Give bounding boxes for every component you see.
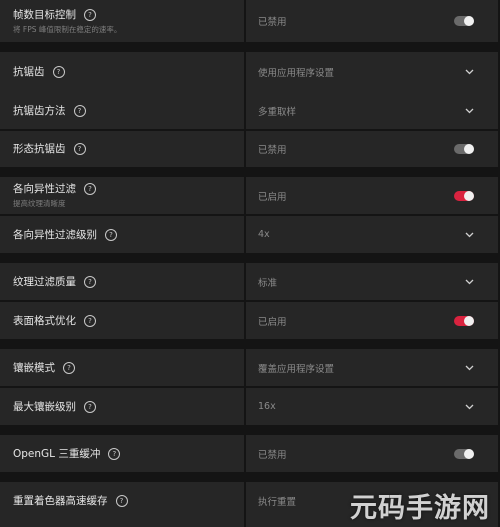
- setting-value: 4x: [258, 229, 270, 240]
- question-circle-icon[interactable]: ?: [108, 447, 121, 460]
- setting-label-cell: OpenGL 三重缓冲 ?: [0, 435, 244, 472]
- tessellation-mode-dropdown[interactable]: 覆盖应用程序设置: [246, 349, 498, 386]
- morph-aa-toggle[interactable]: [454, 144, 474, 154]
- question-circle-icon[interactable]: ?: [84, 183, 96, 195]
- setting-label: 抗锯齿: [13, 66, 45, 78]
- setting-label-cell: 抗锯齿方法 ?: [0, 92, 244, 129]
- setting-row-max-tessellation: 最大镶嵌级别 ? 16x: [0, 388, 500, 425]
- setting-value: 多重取样: [258, 106, 297, 118]
- setting-label: 各向异性过滤级别: [13, 228, 97, 241]
- setting-label-cell: 各向异性过滤级别 ?: [0, 216, 244, 253]
- chevron-down-icon: [464, 277, 474, 287]
- site-watermark: 元码手游网: [350, 493, 490, 524]
- setting-label-cell: 重置着色器高速缓存 ?: [0, 482, 244, 527]
- anisotropic-toggle[interactable]: [454, 190, 474, 201]
- setting-label: 各向异性过滤: [13, 183, 76, 195]
- setting-row-morph-aa: 形态抗锯齿 ? 已禁用: [0, 131, 500, 167]
- question-circle-icon[interactable]: ?: [63, 361, 75, 374]
- question-circle-icon[interactable]: ?: [84, 8, 96, 21]
- question-circle-icon[interactable]: ?: [52, 66, 65, 78]
- setting-value: 已禁用: [258, 449, 287, 461]
- setting-value: 覆盖应用程序设置: [258, 363, 335, 375]
- toggle-knob: [464, 315, 474, 326]
- setting-description: 提高纹理清晰度: [13, 199, 66, 208]
- question-circle-icon[interactable]: ?: [105, 228, 117, 241]
- question-circle-icon[interactable]: ?: [84, 314, 96, 327]
- setting-row-frame-target: 帧数目标控制 ? 将 FPS 峰值限制在稳定的速率。 已禁用: [0, 0, 500, 42]
- toggle-knob: [464, 190, 474, 201]
- setting-label: 抗锯齿方法: [13, 104, 66, 117]
- setting-value: 使用应用程序设置: [258, 68, 335, 79]
- setting-label-cell: 各向异性过滤 ? 提高纹理清晰度: [0, 177, 244, 214]
- question-circle-icon[interactable]: ?: [115, 495, 128, 507]
- toggle-knob: [464, 144, 474, 154]
- texture-quality-dropdown[interactable]: 标准: [246, 263, 498, 300]
- setting-label-cell: 纹理过滤质量 ?: [0, 263, 244, 300]
- radeon-graphics-settings-panel: 帧数目标控制 ? 将 FPS 峰值限制在稳定的速率。 已禁用 抗锯齿 ? 使用应…: [0, 0, 500, 527]
- setting-description: 将 FPS 峰值限制在稳定的速率。: [13, 24, 122, 34]
- surface-format-toggle[interactable]: [454, 315, 474, 326]
- setting-label: 帧数目标控制: [13, 8, 76, 21]
- setting-label-cell: 抗锯齿 ?: [0, 52, 244, 92]
- chevron-down-icon: [464, 106, 474, 116]
- setting-value: 已启用: [258, 316, 287, 328]
- max-tessellation-dropdown[interactable]: 16x: [246, 388, 498, 425]
- setting-row-tessellation-mode: 镶嵌模式 ? 覆盖应用程序设置: [0, 349, 500, 386]
- setting-value-cell[interactable]: 已启用: [246, 302, 498, 339]
- setting-value-cell[interactable]: 已禁用: [246, 0, 498, 42]
- question-circle-icon[interactable]: ?: [84, 400, 96, 413]
- chevron-down-icon: [464, 230, 474, 240]
- question-circle-icon[interactable]: ?: [73, 104, 86, 117]
- setting-value: 已禁用: [258, 145, 287, 156]
- setting-value: 标准: [258, 277, 278, 289]
- chevron-down-icon: [464, 67, 474, 77]
- setting-value: 执行重置: [258, 497, 297, 508]
- setting-label-cell: 表面格式优化 ?: [0, 302, 244, 339]
- opengl-triple-toggle[interactable]: [454, 448, 474, 459]
- question-circle-icon[interactable]: ?: [73, 143, 86, 155]
- setting-label: 重置着色器高速缓存: [13, 495, 108, 507]
- setting-row-surface-format: 表面格式优化 ? 已启用: [0, 302, 500, 339]
- setting-value-cell[interactable]: 已禁用: [246, 131, 498, 167]
- chevron-down-icon: [464, 402, 474, 412]
- setting-label-cell: 帧数目标控制 ? 将 FPS 峰值限制在稳定的速率。: [0, 0, 244, 42]
- anti-aliasing-dropdown[interactable]: 使用应用程序设置: [246, 52, 498, 92]
- setting-value: 16x: [258, 401, 276, 412]
- setting-label-cell: 形态抗锯齿 ?: [0, 131, 244, 167]
- question-circle-icon[interactable]: ?: [84, 275, 96, 288]
- setting-label-cell: 最大镶嵌级别 ?: [0, 388, 244, 425]
- setting-value-cell[interactable]: 已启用: [246, 177, 498, 214]
- setting-row-anisotropic-level: 各向异性过滤级别 ? 4x: [0, 216, 500, 253]
- anisotropic-level-dropdown[interactable]: 4x: [246, 216, 498, 253]
- chevron-down-icon: [464, 363, 474, 373]
- setting-value: 已禁用: [258, 17, 287, 28]
- setting-label: 表面格式优化: [13, 314, 76, 327]
- setting-label: 最大镶嵌级别: [13, 400, 76, 413]
- setting-row-anti-aliasing: 抗锯齿 ? 使用应用程序设置: [0, 52, 500, 92]
- setting-row-texture-quality: 纹理过滤质量 ? 标准: [0, 263, 500, 300]
- toggle-knob: [464, 448, 474, 459]
- setting-row-aa-method: 抗锯齿方法 ? 多重取样: [0, 92, 500, 129]
- setting-value: 已启用: [258, 191, 287, 203]
- setting-label: 镶嵌模式: [13, 361, 55, 374]
- setting-label: 纹理过滤质量: [13, 275, 76, 288]
- frame-target-toggle[interactable]: [454, 16, 474, 26]
- setting-label: OpenGL 三重缓冲: [13, 447, 101, 460]
- setting-value-cell[interactable]: 已禁用: [246, 435, 498, 472]
- setting-label-cell: 镶嵌模式 ?: [0, 349, 244, 386]
- aa-method-dropdown[interactable]: 多重取样: [246, 92, 498, 129]
- setting-row-anisotropic: 各向异性过滤 ? 提高纹理清晰度 已启用: [0, 177, 500, 214]
- setting-row-opengl-triple-buffering: OpenGL 三重缓冲 ? 已禁用: [0, 435, 500, 472]
- toggle-knob: [464, 16, 474, 26]
- setting-label: 形态抗锯齿: [13, 143, 66, 155]
